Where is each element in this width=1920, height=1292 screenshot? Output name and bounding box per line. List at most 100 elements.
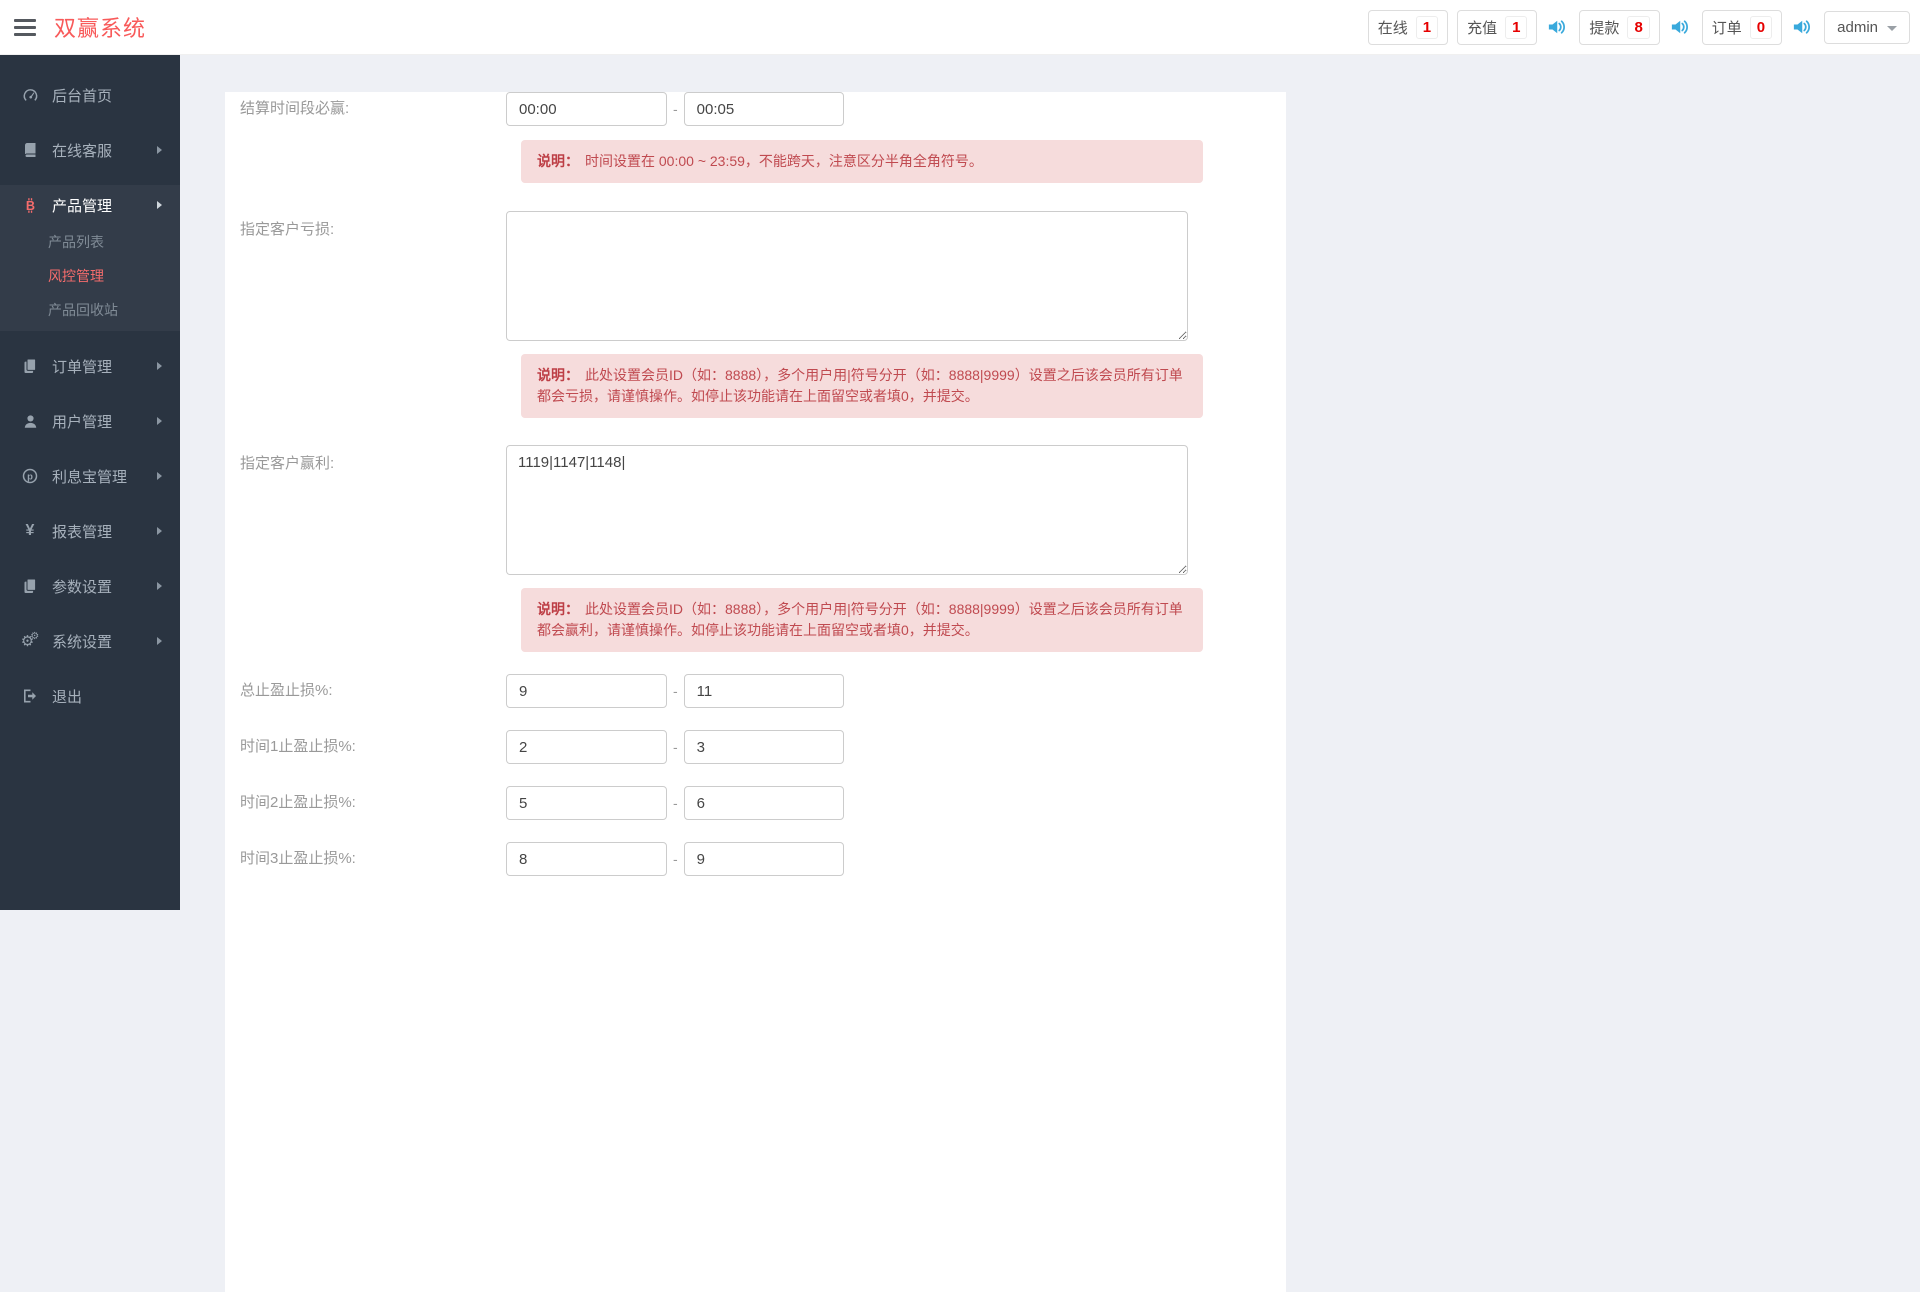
- stat-count: 1: [1505, 16, 1527, 39]
- total-stop-from-input[interactable]: [506, 674, 667, 708]
- sidebar-item-label: 利息宝管理: [52, 466, 157, 487]
- settle-time-from-input[interactable]: [506, 92, 667, 126]
- form-row-time1-stop: 时间1止盈止损%: -: [240, 730, 1286, 764]
- logout-icon: [20, 687, 40, 705]
- hamburger-bar: [14, 33, 36, 36]
- sidebar-item-customer-service[interactable]: 在线客服: [0, 130, 180, 170]
- user-name: admin: [1837, 19, 1878, 36]
- sidebar-item-label: 参数设置: [52, 576, 157, 597]
- chevron-right-icon: [157, 417, 162, 425]
- time2-stop-to-input[interactable]: [684, 786, 844, 820]
- sidebar-item-label: 在线客服: [52, 140, 157, 161]
- note-prefix: 说明：: [537, 153, 579, 169]
- time1-stop-from-input[interactable]: [506, 730, 667, 764]
- sidebar-item-logout[interactable]: 退出: [0, 676, 180, 716]
- field-label: 时间3止盈止损%:: [240, 842, 506, 876]
- stat-label: 充值: [1467, 17, 1497, 38]
- stat-order-badge[interactable]: 订单 0: [1702, 10, 1782, 45]
- chevron-right-icon: [157, 637, 162, 645]
- main-content: 结算时间段必赢: - 说明： 时间设置在 00:00 ~ 23:59，不能跨天，注…: [180, 55, 1920, 910]
- time3-stop-from-input[interactable]: [506, 842, 667, 876]
- field-label: 总止盈止损%:: [240, 674, 506, 708]
- field-label: 时间2止盈止损%:: [240, 786, 506, 820]
- win-users-note: 说明：此处设置会员ID（如：8888），多个用户用|符号分开（如：8888|99…: [521, 588, 1203, 652]
- settle-time-to-input[interactable]: [684, 92, 844, 126]
- form-row-settle-time: 结算时间段必赢: -: [240, 92, 1286, 126]
- form-row-win-users: 指定客户赢利: 1119|1147|1148|: [240, 445, 1286, 575]
- top-header: 双赢系统 在线 1 充值 1 提款 8 订单 0 admin: [0, 0, 1920, 55]
- dashboard-icon: [20, 86, 40, 104]
- speaker-icon[interactable]: [1669, 17, 1693, 37]
- loss-users-textarea[interactable]: [506, 211, 1188, 341]
- sidebar-item-product-mgmt[interactable]: B 产品管理: [0, 185, 180, 225]
- speaker-icon[interactable]: [1546, 17, 1570, 37]
- menu-toggle-icon[interactable]: [14, 15, 38, 40]
- user-menu[interactable]: admin: [1824, 11, 1910, 44]
- speaker-icon[interactable]: [1791, 17, 1815, 37]
- chevron-right-icon: [157, 582, 162, 590]
- book-icon: [20, 141, 40, 159]
- bitcoin-icon: B: [20, 196, 40, 214]
- sidebar-item-label: 报表管理: [52, 521, 157, 542]
- form-row-total-stop: 总止盈止损%: -: [240, 674, 1286, 708]
- brand-title: 双赢系统: [54, 11, 146, 43]
- chevron-right-icon: [157, 472, 162, 480]
- sidebar-item-label: 系统设置: [52, 631, 157, 652]
- range-separator: -: [673, 786, 678, 820]
- stat-count: 1: [1416, 16, 1438, 39]
- stat-withdraw-badge[interactable]: 提款 8: [1579, 10, 1659, 45]
- header-stats-group: 在线 1 充值 1 提款 8 订单 0 admin: [1368, 10, 1910, 45]
- sidebar-item-label: 后台首页: [52, 85, 162, 106]
- sidebar-item-system-settings[interactable]: ⚙⚙ 系统设置: [0, 621, 180, 661]
- field-label: 指定客户亏损:: [240, 211, 506, 341]
- svg-text:p: p: [27, 471, 33, 482]
- sidebar-menu: 后台首页 在线客服 B 产品管理 产品列表 风控管理 产品回收站: [0, 55, 180, 716]
- files-icon: [20, 577, 40, 595]
- stat-count: 8: [1627, 16, 1649, 39]
- sidebar-item-param-settings[interactable]: 参数设置: [0, 566, 180, 606]
- stat-recharge-badge[interactable]: 充值 1: [1457, 10, 1537, 45]
- note-text: 时间设置在 00:00 ~ 23:59，不能跨天，注意区分半角全角符号。: [585, 153, 983, 169]
- sidebar-item-label: 退出: [52, 686, 162, 707]
- time2-stop-from-input[interactable]: [506, 786, 667, 820]
- field-label: 结算时间段必赢:: [240, 92, 506, 126]
- range-separator: -: [673, 92, 678, 126]
- sidebar-item-interest-mgmt[interactable]: p 利息宝管理: [0, 456, 180, 496]
- note-text: 此处设置会员ID（如：8888），多个用户用|符号分开（如：8888|9999）…: [537, 367, 1183, 404]
- sidebar-item-dashboard[interactable]: 后台首页: [0, 75, 180, 115]
- win-users-textarea[interactable]: 1119|1147|1148|: [506, 445, 1188, 575]
- range-separator: -: [673, 674, 678, 708]
- note-text: 此处设置会员ID（如：8888），多个用户用|符号分开（如：8888|9999）…: [537, 601, 1183, 638]
- range-separator: -: [673, 842, 678, 876]
- files-icon: [20, 357, 40, 375]
- form-row-time2-stop: 时间2止盈止损%: -: [240, 786, 1286, 820]
- svg-text:B: B: [25, 199, 34, 213]
- time1-stop-to-input[interactable]: [684, 730, 844, 764]
- sidebar-item-label: 用户管理: [52, 411, 157, 432]
- sidebar-section-products: B 产品管理 产品列表 风控管理 产品回收站: [0, 185, 180, 331]
- form-row-time3-stop: 时间3止盈止损%: -: [240, 842, 1286, 876]
- yen-icon: ¥: [20, 522, 40, 540]
- settle-time-note: 说明： 时间设置在 00:00 ~ 23:59，不能跨天，注意区分半角全角符号。: [521, 140, 1203, 183]
- hamburger-bar: [14, 19, 36, 22]
- time3-stop-to-input[interactable]: [684, 842, 844, 876]
- hamburger-bar: [14, 26, 36, 29]
- sidebar-item-label: 产品管理: [52, 195, 157, 216]
- form-row-loss-users: 指定客户亏损:: [240, 211, 1286, 341]
- sidebar-item-report-mgmt[interactable]: ¥ 报表管理: [0, 511, 180, 551]
- sidebar-subitem-product-recycle[interactable]: 产品回收站: [0, 293, 180, 327]
- chevron-right-icon: [157, 201, 162, 209]
- total-stop-to-input[interactable]: [684, 674, 844, 708]
- sidebar-subitem-risk-mgmt[interactable]: 风控管理: [0, 259, 180, 293]
- risk-settings-form-card: 结算时间段必赢: - 说明： 时间设置在 00:00 ~ 23:59，不能跨天，注…: [225, 92, 1286, 1292]
- chevron-right-icon: [157, 146, 162, 154]
- stat-label: 订单: [1712, 17, 1742, 38]
- sidebar-item-order-mgmt[interactable]: 订单管理: [0, 346, 180, 386]
- field-label: 指定客户赢利:: [240, 445, 506, 575]
- sidebar-item-user-mgmt[interactable]: 用户管理: [0, 401, 180, 441]
- chevron-right-icon: [157, 527, 162, 535]
- user-icon: [20, 412, 40, 430]
- sidebar-subitem-product-list[interactable]: 产品列表: [0, 225, 180, 259]
- stat-online-badge[interactable]: 在线 1: [1368, 10, 1448, 45]
- field-label: 时间1止盈止损%:: [240, 730, 506, 764]
